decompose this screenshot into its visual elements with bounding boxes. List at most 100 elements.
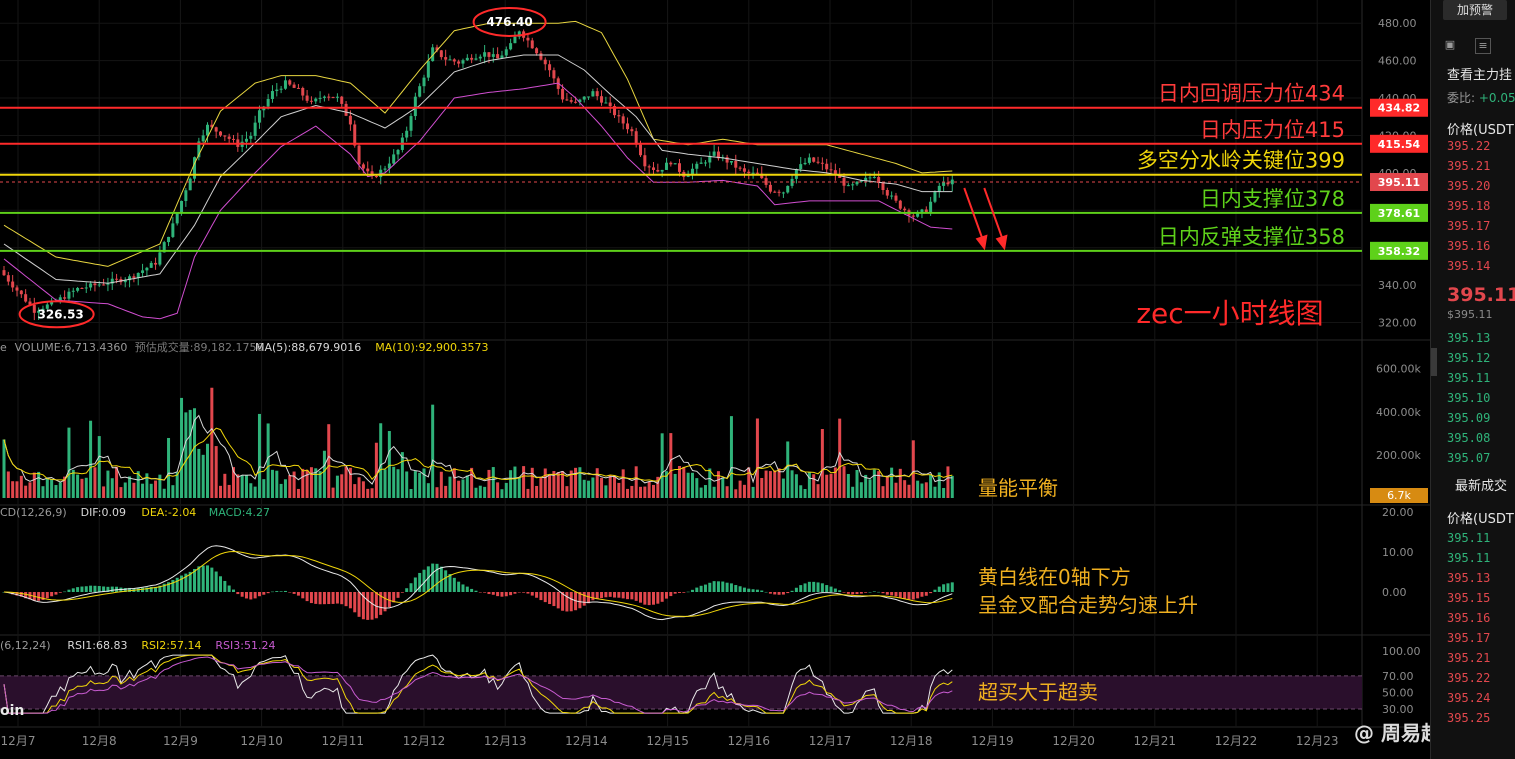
layout-toggle-icon[interactable]: ▣: [1443, 38, 1457, 52]
volume-bar: [500, 489, 504, 498]
volume-bar: [582, 479, 586, 498]
volume-bar: [409, 488, 413, 498]
macd-histogram-bar: [734, 585, 738, 592]
level-price-tag-text: 434.82: [1378, 102, 1420, 115]
candle-body: [422, 77, 426, 87]
volume-bar: [32, 472, 36, 498]
candle-body: [950, 179, 954, 185]
volume-bar: [755, 418, 759, 498]
order-book-panel: 加预警 ▣ ≡ 查看主力挂 委比: +0.05 价格(USDT 395.22 39…: [1430, 0, 1515, 759]
volume-bar: [431, 404, 435, 498]
candle-body: [331, 96, 335, 98]
volume-bar: [219, 485, 222, 498]
candle-body: [548, 64, 552, 71]
macd-histogram-bar: [846, 592, 850, 594]
ask-price-row[interactable]: 395.22: [1447, 139, 1490, 153]
macd-histogram-bar: [305, 592, 309, 602]
macd-histogram-bar: [396, 592, 400, 598]
volume-bar: [695, 478, 699, 498]
bid-price-row[interactable]: 395.07: [1447, 451, 1490, 465]
ask-price-row[interactable]: 395.21: [1447, 159, 1490, 173]
bid-price-row[interactable]: 395.12: [1447, 351, 1490, 365]
macd-histogram-bar: [509, 592, 513, 596]
macd-histogram-bar: [461, 584, 465, 592]
volume-bar: [820, 429, 824, 498]
candle-body: [348, 115, 352, 125]
panel-scroll-handle[interactable]: [1431, 348, 1437, 376]
orderbook-view-icon[interactable]: ≡: [1475, 38, 1491, 54]
volume-bars: [2, 387, 954, 498]
volume-bar: [712, 486, 716, 498]
main-orders-link[interactable]: 查看主力挂: [1447, 64, 1512, 83]
trade-price-row[interactable]: 395.13: [1447, 571, 1490, 585]
candle-body: [366, 168, 370, 172]
volume-bar: [201, 454, 205, 498]
macd-histogram-bar: [569, 592, 573, 612]
macd-histogram-bar: [838, 590, 842, 592]
candle-body: [677, 163, 681, 172]
macd-histogram-bar: [448, 573, 452, 592]
trade-price-row[interactable]: 395.24: [1447, 691, 1490, 705]
macd-histogram-bar: [630, 592, 634, 600]
ask-price-row[interactable]: 395.17: [1447, 219, 1490, 233]
candle-body: [933, 191, 937, 202]
ask-price-row[interactable]: 395.18: [1447, 199, 1490, 213]
volume-bar: [773, 470, 777, 498]
volume-bar: [530, 467, 534, 498]
date-tick-label: 12月18: [890, 734, 933, 748]
ask-price-row[interactable]: 395.14: [1447, 259, 1490, 273]
trade-price-row[interactable]: 395.25: [1447, 711, 1490, 725]
candle-body: [664, 162, 668, 170]
macd-histogram-bar: [110, 586, 114, 592]
candle-body: [219, 131, 222, 136]
trade-price-row[interactable]: 395.22: [1447, 671, 1490, 685]
latest-trades-title[interactable]: 最新成交: [1455, 475, 1507, 494]
bid-price-row[interactable]: 395.09: [1447, 411, 1490, 425]
bid-price-row[interactable]: 395.10: [1447, 391, 1490, 405]
trade-price-row[interactable]: 395.17: [1447, 631, 1490, 645]
ask-price-row[interactable]: 395.20: [1447, 179, 1490, 193]
volume-bar: [240, 475, 244, 498]
candle-body: [799, 164, 803, 170]
date-tick-label: 12月8: [82, 734, 117, 748]
volume-bar: [621, 469, 625, 498]
macd-histogram-bar: [67, 589, 71, 592]
macd-histogram-bar: [595, 592, 599, 599]
candle-body: [270, 91, 274, 99]
volume-bar: [422, 468, 426, 498]
bid-price-row[interactable]: 395.08: [1447, 431, 1490, 445]
trade-price-row[interactable]: 395.11: [1447, 551, 1490, 565]
volume-bar: [924, 482, 928, 498]
candle-body: [188, 178, 192, 191]
macd-histogram-bar: [171, 579, 175, 592]
bid-price-row[interactable]: 395.13: [1447, 331, 1490, 345]
macd-histogram-bar: [859, 592, 863, 594]
candle-body: [335, 96, 339, 98]
date-tick-label: 12月10: [240, 734, 283, 748]
candle-body: [344, 103, 348, 116]
macd-histogram-bar: [322, 592, 326, 605]
candle-body: [864, 177, 868, 181]
volume-bar: [591, 477, 595, 498]
volume-bar: [76, 474, 80, 498]
macd-histogram-bar: [418, 572, 422, 592]
macd-histogram-bar: [262, 592, 266, 595]
candle-body: [19, 290, 23, 295]
volume-bar: [725, 486, 729, 498]
trade-price-row[interactable]: 395.15: [1447, 591, 1490, 605]
volume-bar: [630, 485, 634, 498]
candle-body: [937, 185, 941, 192]
indicator-legend-item: MA(5):88,679.9016: [255, 341, 361, 354]
volume-bar: [483, 486, 487, 498]
candlestick-chart[interactable]: 480.00460.00440.00420.00400.00380.00360.…: [0, 0, 1430, 759]
trade-price-row[interactable]: 395.21: [1447, 651, 1490, 665]
trade-price-row[interactable]: 395.16: [1447, 611, 1490, 625]
ask-price-row[interactable]: 395.16: [1447, 239, 1490, 253]
macd-histogram-bar: [253, 592, 257, 599]
volume-bar: [539, 477, 543, 498]
candle-body: [15, 287, 19, 291]
bid-price-row[interactable]: 395.11: [1447, 371, 1490, 385]
volume-bar: [93, 467, 97, 498]
trade-price-row[interactable]: 395.11: [1447, 531, 1490, 545]
add-alert-button[interactable]: 加预警: [1443, 0, 1507, 20]
